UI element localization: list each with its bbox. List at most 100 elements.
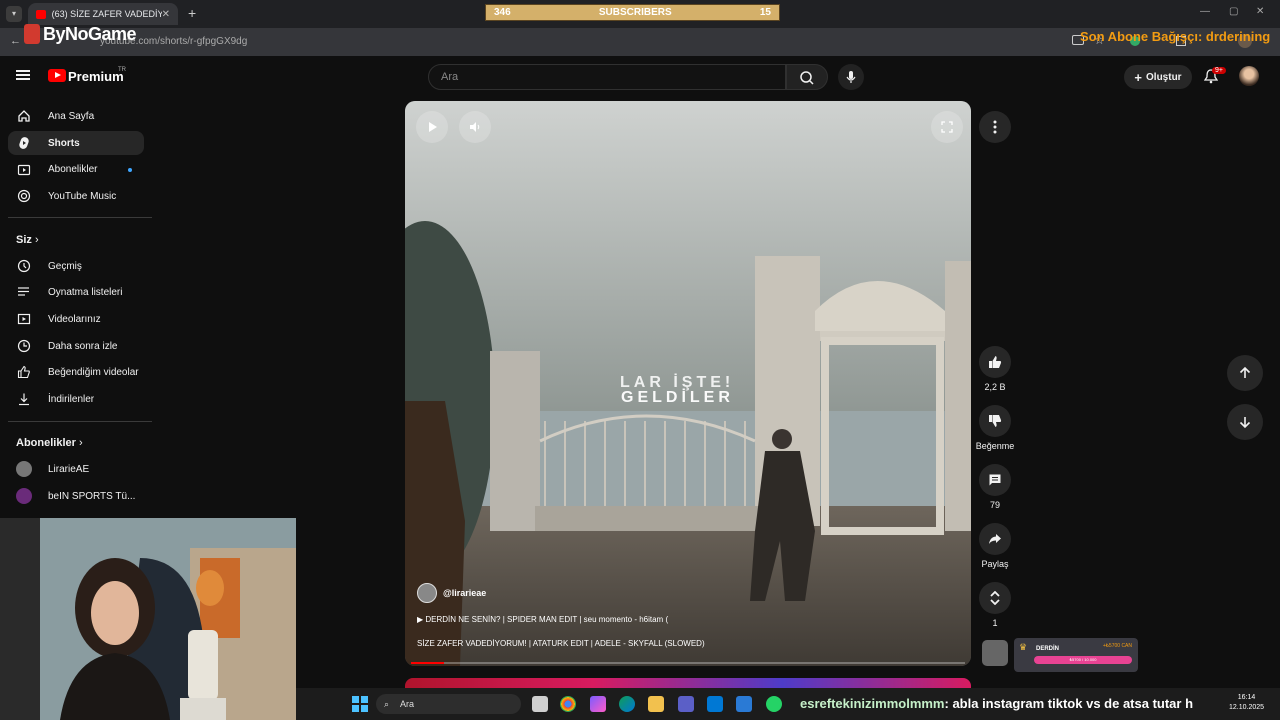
more-vertical-icon	[993, 120, 997, 134]
taskbar-clock[interactable]: 16:14 12.10.2025	[1229, 693, 1264, 713]
window-close-icon[interactable]: ✕	[1256, 6, 1264, 17]
fullscreen-button[interactable]	[931, 111, 963, 143]
sidebar-item-shorts[interactable]: Shorts	[8, 131, 144, 155]
windows-start-icon[interactable]	[352, 696, 368, 712]
sidebar-item-watch-later[interactable]: Daha sonra izle	[8, 334, 144, 358]
task-view-icon[interactable]	[532, 696, 548, 712]
like-action[interactable]: 2,2 B	[979, 346, 1011, 392]
sidebar-item-youtube-music[interactable]: YouTube Music	[8, 184, 144, 208]
sidebar-item-label: YouTube Music	[48, 190, 117, 202]
video-title: SİZE ZAFER VADEDİYORUM! | ATATURK EDIT |…	[417, 639, 705, 648]
channel-avatar[interactable]	[417, 583, 437, 603]
edge-icon[interactable]	[619, 696, 635, 712]
search-button[interactable]	[786, 64, 828, 90]
maximize-icon[interactable]: ▢	[1229, 6, 1238, 17]
dislike-button[interactable]	[979, 405, 1011, 437]
channel-avatar	[16, 488, 32, 504]
previous-short-button[interactable]	[1227, 355, 1263, 391]
webcam-feed	[0, 518, 296, 720]
sidebar-item-label: Geçmiş	[48, 260, 82, 272]
comments-button[interactable]	[979, 464, 1011, 496]
shorts-video-player[interactable]: LAR İŞTE! GELDİLER @lirarieae ▶ DERDİN N…	[405, 101, 971, 666]
share-button[interactable]	[979, 523, 1011, 555]
youtube-logo-icon[interactable]	[48, 69, 66, 82]
sidebar-channel-lirarieae[interactable]: LirarieAE	[8, 457, 144, 481]
store-icon[interactable]	[736, 696, 752, 712]
share-label: Paylaş	[981, 559, 1009, 569]
voice-search-button[interactable]	[838, 64, 864, 90]
create-label: Oluştur	[1146, 71, 1182, 83]
shorts-icon	[16, 135, 32, 151]
mute-button[interactable]	[459, 111, 491, 143]
sidebar-item-downloads[interactable]: İndirilenler	[8, 387, 144, 411]
sidebar-item-history[interactable]: Geçmiş	[8, 254, 144, 278]
chrome-icon[interactable]	[560, 696, 576, 712]
audio-source-thumbnail[interactable]	[982, 640, 1008, 666]
tab-list-dropdown-icon[interactable]: ▾	[6, 6, 22, 22]
play-icon	[429, 122, 437, 132]
video-overlay-text-line2: GELDİLER	[621, 389, 734, 406]
donation-amount: +₺5700 CAN	[1102, 643, 1132, 649]
new-content-dot	[128, 168, 132, 172]
sidebar-item-label: beIN SPORTS Tü...	[48, 490, 136, 502]
share-action[interactable]: Paylaş	[979, 523, 1011, 569]
taskbar-search[interactable]: ⌕ Ara	[376, 694, 521, 714]
sidebar-item-playlists[interactable]: Oynatma listeleri	[8, 280, 144, 304]
new-tab-icon[interactable]: +	[188, 5, 196, 21]
related-video-link[interactable]: ▶ DERDİN NE SENİN? | SPIDER MAN EDIT | s…	[417, 615, 668, 624]
download-icon	[16, 391, 32, 407]
bynogame-logo-icon	[24, 24, 40, 44]
more-options-button[interactable]	[979, 111, 1011, 143]
menu-icon[interactable]	[16, 70, 30, 80]
outlook-icon[interactable]	[707, 696, 723, 712]
like-button[interactable]	[979, 346, 1011, 378]
volume-icon	[470, 122, 480, 132]
donation-goal-widget: ♛ DERDİN +₺5700 CAN ₺5700 / 10.000	[1014, 638, 1138, 672]
sidebar-item-liked-videos[interactable]: Beğendiğim videolar	[8, 360, 144, 384]
search-icon	[800, 71, 814, 85]
sidebar-channel-bein-sports[interactable]: beIN SPORTS Tü...	[8, 484, 144, 508]
video-progress-bar[interactable]	[411, 662, 965, 664]
back-icon[interactable]: ←	[10, 35, 21, 47]
channel-handle[interactable]: @lirarieae	[443, 588, 486, 598]
file-explorer-icon[interactable]	[648, 696, 664, 712]
teams-icon[interactable]	[678, 696, 694, 712]
sidebar-item-label: LirarieAE	[48, 463, 90, 475]
whatsapp-icon[interactable]	[766, 696, 782, 712]
youtube-premium-brand[interactable]: Premium	[68, 69, 124, 84]
comments-action[interactable]: 79	[979, 464, 1011, 510]
search-input[interactable]: Ara	[428, 64, 786, 90]
youtube-header: Premium TR Ara + Oluştur 9+	[0, 56, 1280, 98]
remix-button[interactable]	[979, 582, 1011, 614]
bynogame-brand: ByNoGame	[43, 24, 137, 44]
sidebar-item-your-videos[interactable]: Videolarınız	[8, 307, 144, 331]
last-subscriber-text: Son Abone Bağışçı: drderining	[1080, 29, 1271, 44]
video-channel[interactable]: @lirarieae	[417, 583, 486, 603]
remix-icon	[990, 591, 1000, 605]
watch-later-icon	[16, 338, 32, 354]
browser-tab[interactable]: (63) SİZE ZAFER VADEDİYORUM... ✕	[28, 3, 178, 25]
clock-time: 16:14	[1237, 694, 1256, 701]
account-avatar[interactable]	[1239, 66, 1259, 86]
subscriber-goal-target: 15	[759, 7, 771, 18]
play-button[interactable]	[416, 111, 448, 143]
sidebar-item-label: Abonelikler	[48, 163, 98, 175]
sidebar-you-heading[interactable]: Siz ›	[16, 234, 39, 246]
next-short-preview[interactable]	[405, 678, 971, 688]
close-tab-icon[interactable]: ✕	[162, 9, 170, 20]
sidebar-subscriptions-heading[interactable]: Abonelikler ›	[16, 437, 83, 449]
dislike-action[interactable]: Beğenme	[976, 405, 1014, 451]
liked-icon	[16, 364, 32, 380]
sidebar-item-label: Beğendiğim videolar	[48, 366, 139, 378]
next-short-button[interactable]	[1227, 404, 1263, 440]
sidebar-item-subscriptions[interactable]: Abonelikler	[8, 157, 144, 181]
tab-title: (63) SİZE ZAFER VADEDİYORUM...	[51, 9, 162, 19]
subscriber-goal-label: SUBSCRIBERS	[598, 7, 672, 18]
your-videos-icon	[16, 311, 32, 327]
copilot-icon[interactable]	[590, 696, 606, 712]
minimize-icon[interactable]: —	[1200, 6, 1210, 17]
donation-progress-bar: ₺5700 / 10.000	[1034, 656, 1132, 664]
remix-action[interactable]: 1	[979, 582, 1011, 628]
sidebar-item-home[interactable]: Ana Sayfa	[8, 104, 144, 128]
create-button[interactable]: + Oluştur	[1124, 65, 1192, 89]
